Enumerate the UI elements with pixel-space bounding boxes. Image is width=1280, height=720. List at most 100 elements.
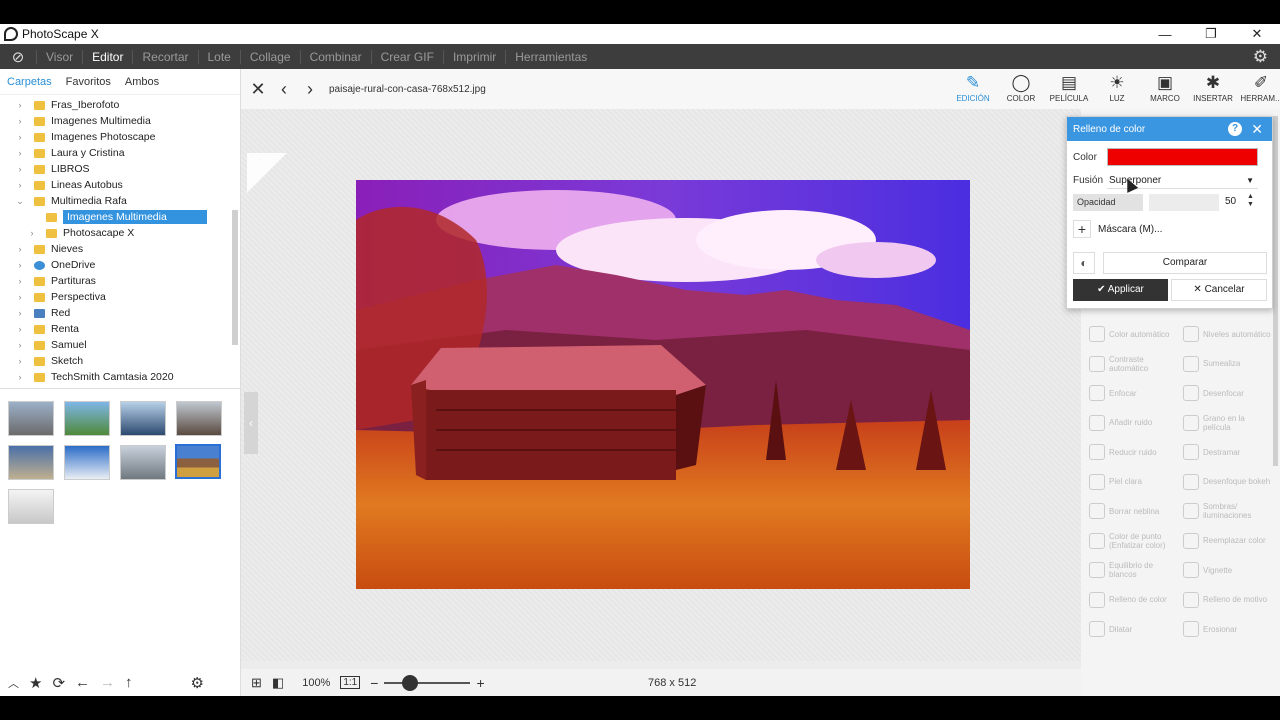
thumbnail[interactable]: [8, 401, 54, 436]
cancel-button[interactable]: ✕ Cancelar: [1171, 279, 1267, 301]
close-dialog-icon[interactable]: ✕: [1251, 121, 1263, 138]
apply-button[interactable]: ✔ Applicar: [1073, 279, 1168, 301]
tool-frame[interactable]: ▣ MARCO: [1142, 72, 1188, 103]
adjustment-item[interactable]: Añadir ruido: [1089, 409, 1179, 437]
tool-tools[interactable]: ✐ HERRAM...: [1238, 72, 1280, 103]
expand-arrow-icon[interactable]: ›: [14, 180, 26, 190]
menu-collage[interactable]: Collage: [239, 49, 300, 64]
menu-crear-gif[interactable]: Crear GIF: [370, 49, 443, 64]
adjustment-item[interactable]: Niveles automático: [1183, 320, 1273, 348]
adjustment-item[interactable]: Erosionar: [1183, 615, 1273, 643]
adjustment-item[interactable]: Relleno de color: [1089, 586, 1179, 614]
tree-item[interactable]: › LIBROS: [14, 161, 90, 177]
edited-photo[interactable]: [356, 180, 970, 589]
menu-combinar[interactable]: Combinar: [299, 49, 371, 64]
tool-edit[interactable]: ✎ EDICIÓN: [950, 72, 996, 103]
star-icon[interactable]: ★: [29, 674, 42, 692]
adjustments-scrollbar[interactable]: [1273, 116, 1278, 466]
thumbnail[interactable]: [64, 401, 110, 436]
minimize-button[interactable]: —: [1142, 24, 1188, 44]
expand-arrow-icon[interactable]: ›: [14, 372, 26, 382]
menu-lote[interactable]: Lote: [197, 49, 240, 64]
color-swatch[interactable]: [1107, 148, 1258, 166]
menu-editor[interactable]: Editor: [82, 49, 132, 64]
adjustment-item[interactable]: Destramar: [1183, 438, 1273, 466]
thumbnail[interactable]: [64, 445, 110, 480]
previous-image-icon[interactable]: ‹: [275, 79, 293, 100]
tool-insert[interactable]: ✱ INSERTAR: [1190, 72, 1236, 103]
browser-settings-icon[interactable]: ⚙: [191, 674, 204, 692]
zoom-slider[interactable]: [384, 674, 471, 691]
thumbnail-selected[interactable]: [175, 444, 221, 479]
canvas[interactable]: ‹: [241, 109, 1081, 661]
close-window-button[interactable]: ✕: [1234, 24, 1280, 44]
help-icon[interactable]: ?: [1228, 122, 1242, 136]
next-image-icon[interactable]: ›: [301, 79, 319, 100]
thumbnail[interactable]: [176, 401, 222, 436]
adjustment-item[interactable]: Enfocar: [1089, 379, 1179, 407]
adjustment-item[interactable]: Sumealiza: [1183, 350, 1273, 378]
tab-ambos[interactable]: Ambos: [125, 76, 159, 88]
tool-light[interactable]: ☀ LUZ: [1094, 72, 1140, 103]
tree-item[interactable]: › Perspectiva: [14, 289, 106, 305]
tree-item[interactable]: › Laura y Cristina: [14, 145, 125, 161]
tree-item[interactable]: › Imagenes Photoscape: [14, 129, 156, 145]
opacity-slider[interactable]: [1149, 194, 1219, 211]
tree-item[interactable]: › TechSmith Camtasia 2020: [14, 369, 174, 385]
expand-arrow-icon[interactable]: ⌄: [14, 196, 26, 207]
tree-item[interactable]: › OneDrive: [14, 257, 96, 273]
adjustment-item[interactable]: Sombras/ iluminaciones: [1183, 497, 1273, 525]
expand-arrow-icon[interactable]: ›: [14, 260, 26, 270]
thumbnail[interactable]: [8, 445, 54, 480]
adjustment-item[interactable]: Equilibrio de blancos: [1089, 556, 1179, 584]
adjustment-item[interactable]: Grano en la película: [1183, 409, 1273, 437]
expand-arrow-icon[interactable]: ›: [14, 132, 26, 142]
expand-arrow-icon[interactable]: ›: [14, 100, 26, 110]
expand-arrow-icon[interactable]: ›: [26, 228, 38, 238]
compare-toggle-icon[interactable]: ◐: [1073, 252, 1095, 274]
thumbnail[interactable]: [120, 401, 166, 436]
tree-item[interactable]: › Partituras: [14, 273, 96, 289]
adjustment-item[interactable]: Borrar neblina: [1089, 497, 1179, 525]
adjustment-item[interactable]: Reemplazar color: [1183, 527, 1273, 555]
tree-scrollbar[interactable]: [232, 210, 238, 345]
tab-carpetas[interactable]: Carpetas: [7, 76, 52, 88]
adjustment-item[interactable]: Desenfoque bokeh: [1183, 468, 1273, 496]
zoom-out-icon[interactable]: −: [370, 675, 378, 691]
adjustment-item[interactable]: Contraste automático: [1089, 350, 1179, 378]
forward-arrow-icon[interactable]: →: [100, 674, 115, 691]
adjustment-item[interactable]: Color de punto (Enfatizar color): [1089, 527, 1179, 555]
adjustment-item[interactable]: Piel clara: [1089, 468, 1179, 496]
grid-icon[interactable]: ⊞: [251, 675, 262, 691]
adjustment-item[interactable]: Relleno de motivo: [1183, 586, 1273, 614]
settings-gear-icon[interactable]: ⚙: [1253, 47, 1268, 67]
tree-item[interactable]: › Lineas Autobus: [14, 177, 123, 193]
expand-arrow-icon[interactable]: ›: [14, 292, 26, 302]
tree-item[interactable]: › Fras_Iberofoto: [14, 97, 120, 113]
zoom-slider-knob[interactable]: [402, 674, 419, 691]
menu-herramientas[interactable]: Herramientas: [505, 49, 596, 64]
tool-film[interactable]: ▤ PELÍCULA: [1046, 72, 1092, 103]
opacity-spinner-icon[interactable]: ▲ ▼: [1247, 193, 1254, 209]
tree-item[interactable]: › Red: [14, 305, 71, 321]
tree-item[interactable]: › Sketch: [14, 353, 84, 369]
tab-favoritos[interactable]: Favoritos: [66, 76, 111, 88]
opacity-value[interactable]: 50: [1225, 196, 1236, 207]
adjustment-item[interactable]: Vignette: [1183, 556, 1273, 584]
back-arrow-icon[interactable]: ←: [75, 674, 90, 691]
mask-label[interactable]: Máscara (M)...: [1098, 224, 1162, 235]
collapse-icon[interactable]: ︿: [8, 675, 19, 691]
expand-arrow-icon[interactable]: ›: [14, 244, 26, 254]
adjustment-item[interactable]: Reducir ruido: [1089, 438, 1179, 466]
menu-imprimir[interactable]: Imprimir: [442, 49, 505, 64]
refresh-icon[interactable]: ⟳: [52, 674, 65, 692]
menu-recortar[interactable]: Recortar: [132, 49, 197, 64]
tree-item[interactable]: › Nieves: [14, 241, 84, 257]
tree-item[interactable]: Imagenes Multimedia: [26, 209, 207, 225]
menu-visor[interactable]: Visor: [36, 49, 82, 64]
thumbnail[interactable]: [8, 489, 54, 524]
expand-arrow-icon[interactable]: ›: [14, 308, 26, 318]
tool-color[interactable]: ◯ COLOR: [998, 72, 1044, 103]
restore-button[interactable]: ❐: [1188, 24, 1234, 44]
expand-arrow-icon[interactable]: ›: [14, 116, 26, 126]
